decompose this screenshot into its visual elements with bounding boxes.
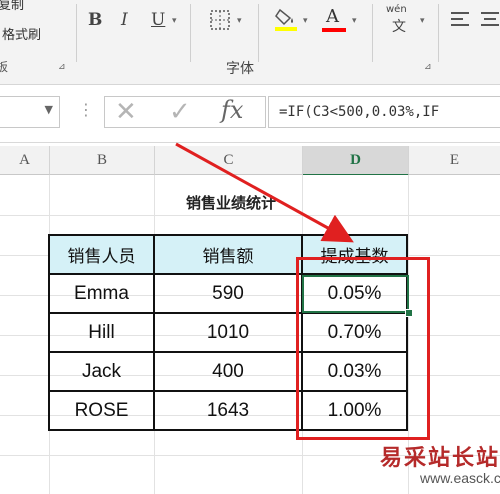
watermark-logo: 易采站长站 — [380, 446, 500, 471]
watermark-url: www.easck.com — [420, 470, 500, 486]
annotation-arrow-icon — [175, 142, 354, 243]
